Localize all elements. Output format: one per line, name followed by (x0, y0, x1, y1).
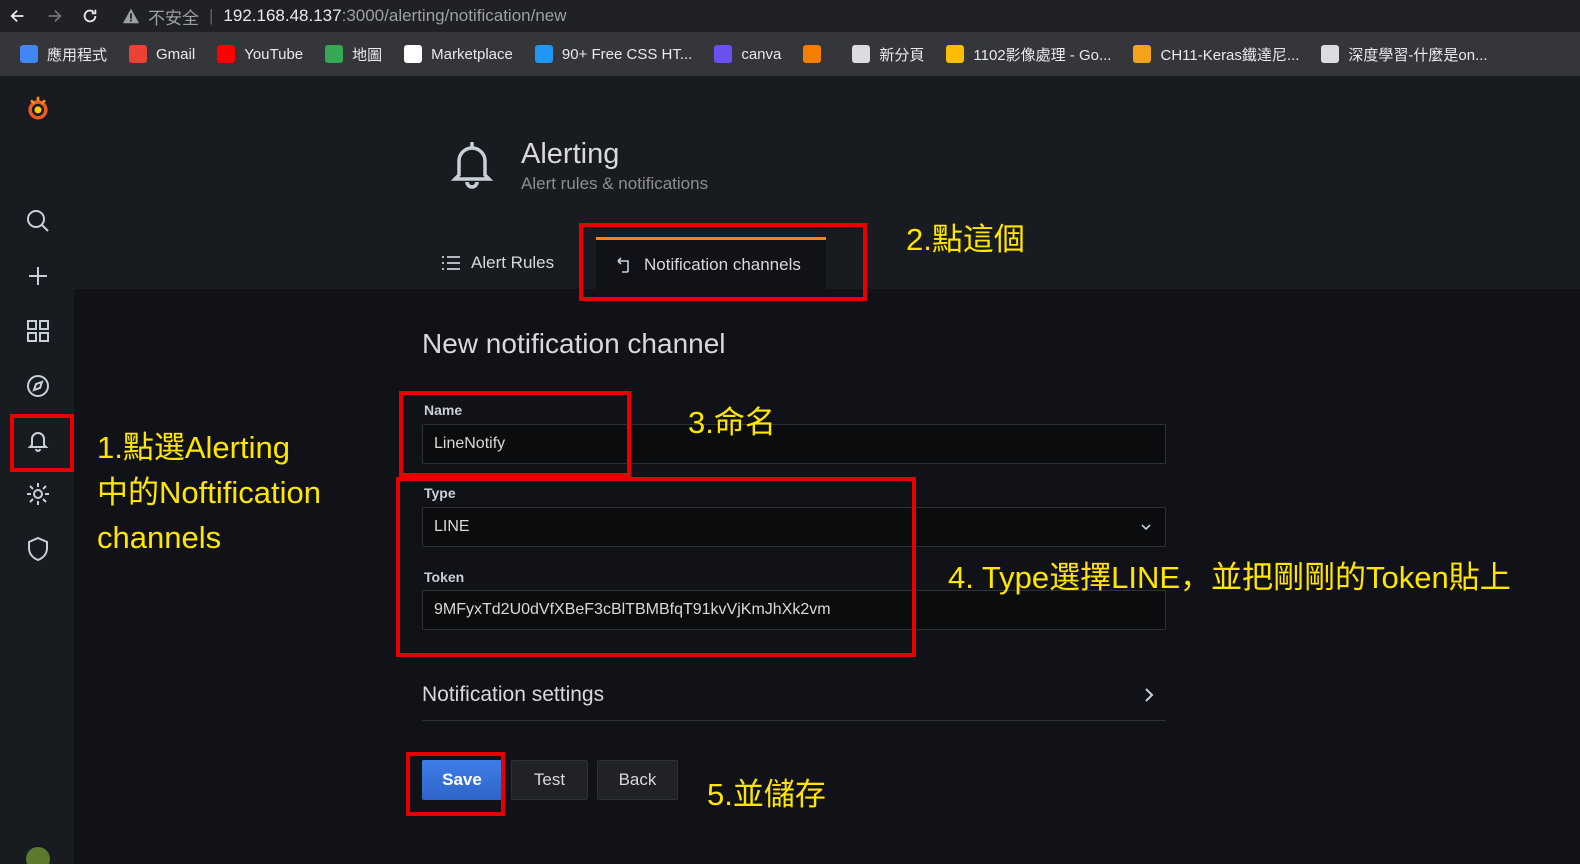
apps-grid-icon (20, 45, 38, 63)
back-button[interactable]: Back (597, 760, 678, 800)
chevron-down-icon (1141, 524, 1151, 531)
gear-icon[interactable] (19, 475, 57, 513)
insecure-label: 不安全 (148, 8, 199, 28)
globe-icon (852, 45, 871, 63)
name-value: LineNotify (434, 435, 506, 452)
maps-icon (325, 45, 344, 63)
tab-notification-channels[interactable]: Notification channels (596, 237, 826, 289)
annotation-step1-line2: 中的Noftification (97, 475, 321, 510)
share-icon (617, 256, 629, 273)
test-button[interactable]: Test (511, 760, 588, 800)
bookmark-item[interactable]: 地圖 (325, 44, 382, 65)
page-title: Alerting (521, 138, 620, 170)
bookmark-item[interactable]: canva (714, 45, 781, 63)
url-field[interactable]: 不安全 | 192.168.48.137 :3000/alerting/noti… (122, 4, 567, 29)
alerting-header-bell-icon (450, 142, 494, 189)
plus-icon[interactable] (19, 257, 57, 295)
bookmark-label: YouTube (244, 45, 304, 63)
annotation-step3: 3.命名 (688, 405, 776, 440)
type-value: LINE (434, 518, 470, 535)
bookmark-item[interactable]: Marketplace (404, 45, 513, 63)
url-path: :3000/alerting/notification/new (341, 6, 567, 25)
url-host: 192.168.48.137 (223, 6, 342, 25)
back-arrow-icon[interactable] (0, 0, 36, 32)
bookmark-item[interactable]: CH11-Keras鐵達尼... (1133, 44, 1299, 65)
book-icon (1133, 45, 1152, 63)
bookmark-label: Gmail (156, 45, 196, 63)
bookmark-label: 90+ Free CSS HT... (561, 45, 693, 63)
bookmark-item[interactable]: 90+ Free CSS HT... (534, 45, 693, 63)
chevron-right-icon (1145, 688, 1154, 702)
bookmark-item[interactable]: 新分頁 (852, 44, 924, 65)
shield-icon[interactable] (19, 530, 57, 568)
annotation-step1-line1: 1.點選Alerting (97, 430, 290, 465)
bookmarks-bar: 應用程式 Gmail YouTube 地圖 Marketplace 90+ Free CS… (0, 32, 1580, 76)
globe-icon (1321, 45, 1340, 63)
tab-alert-rules[interactable]: Alert Rules (442, 237, 554, 289)
grafana-sidebar (0, 76, 74, 864)
tab-label: Notification channels (644, 254, 801, 274)
token-label: Token (424, 569, 465, 585)
annotation-step5: 5.並儲存 (707, 777, 826, 812)
type-select[interactable]: LINE (422, 507, 1166, 547)
save-button[interactable]: Save (422, 760, 502, 800)
github-icon (404, 45, 423, 63)
bookmark-label: 1102影像處理 - Go... (973, 46, 1112, 64)
bookmark-item[interactable]: 應用程式 (20, 44, 107, 65)
grafana-logo-icon[interactable] (19, 90, 57, 128)
page-header (74, 76, 1580, 289)
forward-arrow-icon[interactable] (36, 0, 72, 32)
bookmark-item[interactable]: 1102影像處理 - Go... (946, 44, 1111, 65)
tab-label: Alert Rules (471, 253, 555, 272)
dashboards-icon[interactable] (19, 312, 57, 350)
notification-settings-toggle[interactable]: Notification settings (422, 670, 1166, 721)
name-input[interactable]: LineNotify (422, 424, 1166, 464)
bookmark-item[interactable]: Gmail (129, 45, 195, 63)
url-separator: | (209, 6, 214, 25)
blogger-icon (803, 45, 822, 63)
reload-icon[interactable] (72, 0, 108, 32)
youtube-icon (217, 45, 236, 63)
section-title: New notification channel (422, 328, 726, 359)
name-label: Name (424, 402, 463, 418)
token-value: 9MFyxTd2U0dVfXBeF3cBlTBMBfqT91kvVjKmJhXk… (434, 601, 831, 618)
bookmark-item[interactable]: 深度學習-什麼是on... (1321, 44, 1488, 65)
alerting-bell-icon[interactable] (19, 421, 57, 459)
bookmark-label: Marketplace (431, 45, 513, 63)
annotation-step4: 4. Type選擇LINE，並把剛剛的Token貼上 (948, 560, 1511, 595)
bookmark-label: 地圖 (352, 46, 383, 64)
list-icon (442, 256, 460, 270)
bookmark-item[interactable] (803, 45, 830, 63)
search-icon[interactable] (19, 202, 57, 240)
bookmark-item[interactable]: YouTube (217, 45, 303, 63)
bookmark-label: 深度學習-什麼是on... (1348, 46, 1488, 64)
explore-compass-icon[interactable] (19, 367, 57, 405)
user-avatar[interactable] (19, 832, 57, 864)
type-label: Type (424, 485, 456, 501)
bookmark-label: canva (741, 45, 782, 63)
drive-icon (946, 45, 965, 63)
annotation-step1-line3: channels (97, 520, 222, 555)
notification-settings-label: Notification settings (422, 683, 605, 706)
gmail-icon (129, 45, 148, 63)
page-subtitle: Alert rules & notifications (521, 174, 709, 193)
browser-address-bar: 不安全 | 192.168.48.137 :3000/alerting/noti… (0, 0, 1580, 32)
bookmark-label: 應用程式 (47, 46, 108, 64)
annotation-step2: 2.點這個 (906, 222, 1025, 257)
canva-icon (714, 45, 733, 63)
warning-icon (122, 8, 140, 24)
bookmark-label: 新分頁 (879, 46, 925, 64)
play-icon (534, 45, 553, 63)
bookmark-label: CH11-Keras鐵達尼... (1160, 46, 1300, 64)
